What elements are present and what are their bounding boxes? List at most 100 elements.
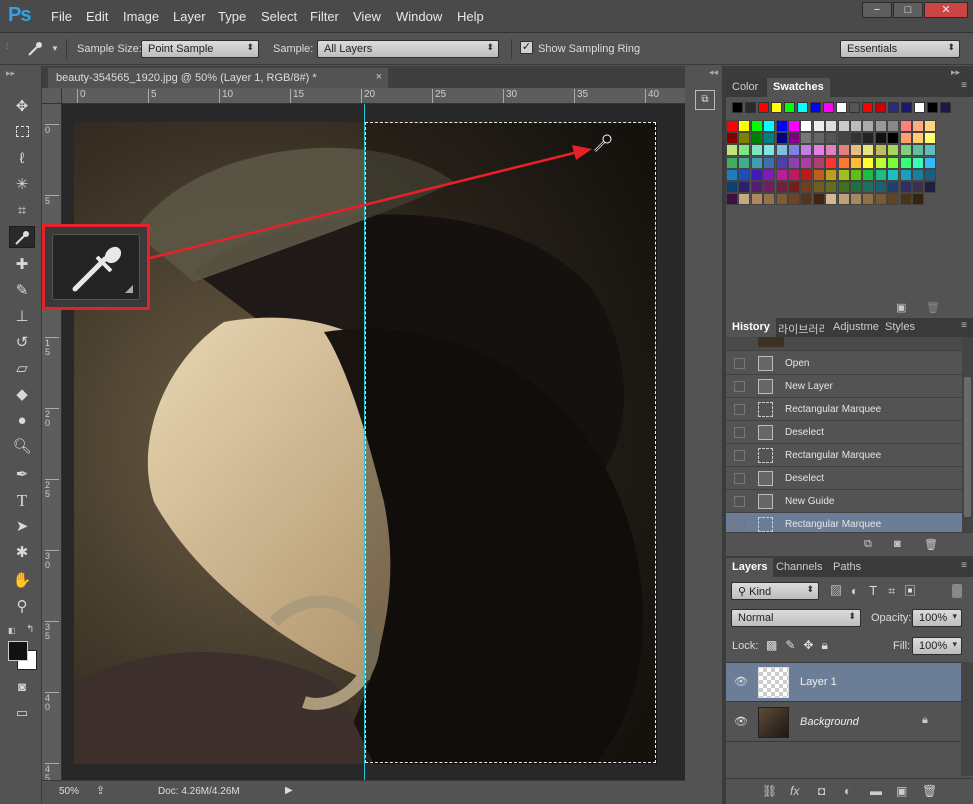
link-icon[interactable]: ⛓︎ [762, 784, 777, 798]
swatch[interactable] [837, 156, 850, 169]
trash-icon[interactable]: 🗑︎ [924, 538, 938, 551]
swatch[interactable] [825, 132, 838, 145]
layer-filter-icons[interactable]: ▨◐Ｔ⌗▣ [830, 582, 925, 599]
pen-tool-icon[interactable]: ✒ [9, 464, 35, 486]
swatch[interactable] [775, 168, 788, 181]
swatch[interactable] [812, 156, 825, 169]
zoom-level[interactable]: 50% [59, 786, 79, 797]
swap-colors-icon[interactable]: ↰ [26, 624, 34, 635]
swatch[interactable] [887, 132, 900, 145]
history-dock-icon[interactable]: ⧉ [695, 90, 715, 110]
swatch[interactable] [899, 132, 912, 145]
swatch[interactable] [862, 120, 875, 132]
mask-icon[interactable]: ◘ [818, 784, 825, 798]
menu-select[interactable]: Select [261, 9, 297, 24]
new-document-from-state-icon[interactable]: ⧉ [864, 538, 872, 551]
menu-edit[interactable]: Edit [86, 9, 108, 24]
swatch[interactable] [862, 193, 875, 206]
swatch[interactable] [726, 181, 738, 193]
menu-type[interactable]: Type [218, 9, 246, 24]
collapse-icon[interactable]: ▸▸ [6, 68, 15, 79]
swatch[interactable] [788, 181, 800, 193]
swatch[interactable] [887, 181, 900, 193]
swatch[interactable] [887, 156, 900, 169]
trash-icon[interactable]: 🗑︎ [922, 784, 937, 798]
close-document-icon[interactable]: × [376, 71, 382, 83]
opacity-field[interactable]: 100% ▾ [912, 609, 962, 627]
camera-icon[interactable]: ◙ [894, 538, 901, 550]
marquee-tool-icon[interactable] [9, 122, 35, 144]
swatch[interactable] [874, 144, 887, 157]
tool-preset-dropdown-icon[interactable]: ▼ [51, 44, 59, 53]
history-item[interactable]: Rectangular Marquee [726, 398, 962, 421]
swatch[interactable] [850, 168, 862, 181]
swatch[interactable] [812, 120, 825, 132]
tab-styles[interactable]: Styles [879, 318, 921, 337]
layer-filter-kind-select[interactable]: ⚲ Kind ⬍ [731, 582, 819, 600]
layers-scrollbar[interactable] [961, 662, 973, 776]
new-layer-icon[interactable]: ▣ [896, 784, 907, 798]
swatch[interactable] [797, 102, 808, 113]
show-sampling-ring-checkbox[interactable]: ✓ [520, 41, 533, 54]
tab-libraries[interactable]: 라이브러리 [772, 318, 824, 337]
swatch[interactable] [887, 120, 900, 132]
swatch[interactable] [788, 144, 800, 157]
hand-tool-icon[interactable]: ✋ [9, 570, 35, 592]
tab-swatches[interactable]: Swatches [767, 78, 830, 97]
swatch[interactable] [899, 120, 912, 132]
history-checkbox[interactable] [734, 473, 745, 484]
swatch[interactable] [825, 193, 838, 206]
minimize-button[interactable]: − [862, 2, 892, 18]
swatch[interactable] [924, 120, 937, 132]
swatch[interactable] [888, 102, 899, 113]
swatch[interactable] [775, 144, 788, 157]
swatch[interactable] [738, 120, 751, 132]
swatch[interactable] [800, 132, 813, 145]
workspace-select[interactable]: Essentials ⬍ [840, 40, 960, 58]
swatch[interactable] [812, 193, 825, 206]
swatch[interactable] [726, 168, 738, 181]
tab-history[interactable]: History [726, 318, 776, 337]
filter-toggle[interactable] [952, 584, 962, 598]
swatch[interactable] [862, 181, 875, 193]
ruler-origin[interactable] [42, 88, 62, 104]
swatch[interactable] [800, 193, 813, 206]
swatch[interactable] [726, 193, 738, 206]
swatch[interactable] [750, 144, 763, 157]
swatch[interactable] [912, 132, 924, 145]
canvas-area[interactable] [62, 104, 685, 780]
type-tool-icon[interactable]: T [9, 490, 35, 512]
swatch[interactable] [763, 156, 776, 169]
move-tool-icon[interactable]: ✥ [9, 96, 35, 118]
status-menu-arrow-icon[interactable]: ▶ [285, 785, 293, 796]
swatch[interactable] [758, 102, 769, 113]
swatch[interactable] [924, 132, 937, 145]
share-icon[interactable]: ⇪ [96, 784, 105, 797]
swatch[interactable] [887, 144, 900, 157]
history-item[interactable]: New Layer [726, 375, 962, 398]
scrollbar-thumb[interactable] [964, 377, 971, 517]
history-checkbox[interactable] [734, 381, 745, 392]
swatch[interactable] [825, 120, 838, 132]
tab-adjustments[interactable]: Adjustme [827, 318, 879, 337]
healing-brush-tool-icon[interactable]: ✚ [9, 254, 35, 276]
swatch[interactable] [924, 156, 937, 169]
quick-mask-icon[interactable]: ◙ [9, 676, 35, 698]
panel-menu-icon[interactable]: ≡ [961, 80, 967, 91]
swatch[interactable] [850, 120, 862, 132]
tab-channels[interactable]: Channels [770, 558, 828, 577]
swatch[interactable] [912, 144, 924, 157]
swatch[interactable] [775, 156, 788, 169]
swatch[interactable] [812, 168, 825, 181]
swatch[interactable] [763, 193, 776, 206]
swatch[interactable] [784, 102, 795, 113]
custom-shape-tool-icon[interactable]: ✱ [9, 542, 35, 564]
swatch[interactable] [874, 120, 887, 132]
swatch[interactable] [874, 132, 887, 145]
collapse-dock-icon[interactable]: ◂◂ [709, 67, 718, 78]
menu-window[interactable]: Window [396, 9, 442, 24]
swatch[interactable] [732, 102, 743, 113]
swatch[interactable] [837, 181, 850, 193]
swatch[interactable] [775, 193, 788, 206]
history-item[interactable]: New Guide [726, 490, 962, 513]
